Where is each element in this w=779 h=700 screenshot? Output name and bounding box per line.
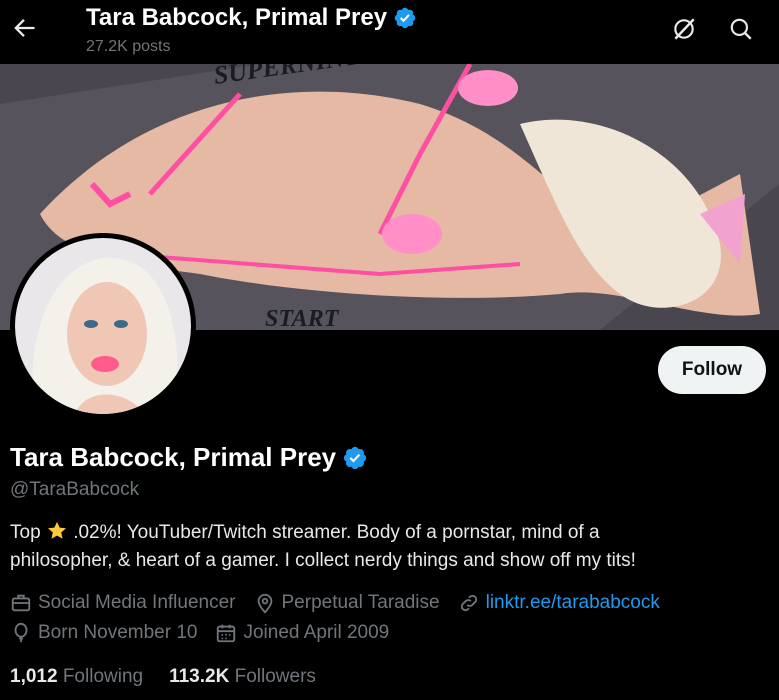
- avatar-image: [15, 238, 191, 414]
- header-title-text: Tara Babcock, Primal Prey: [86, 4, 388, 31]
- profile-website[interactable]: linktr.ee/tarababcock: [458, 592, 660, 614]
- bio-line-2: philosopher, & heart of a gamer. I colle…: [10, 550, 636, 571]
- profile-handle: @TaraBabcock: [10, 479, 140, 500]
- profile-meta-row-2: Born November 10 Joined April 2009: [10, 622, 407, 644]
- followers-label: Followers: [234, 666, 316, 687]
- search-icon[interactable]: [728, 16, 754, 42]
- following-stat[interactable]: 1,012 Following: [10, 666, 143, 688]
- website-link[interactable]: linktr.ee/tarababcock: [486, 592, 660, 614]
- bio-prefix: Top: [10, 522, 46, 543]
- profile-category: Social Media Influencer: [10, 592, 236, 614]
- birthday-text: Born November 10: [38, 622, 198, 643]
- profile-name: Tara Babcock, Primal Prey: [10, 442, 368, 473]
- header-title: Tara Babcock, Primal Prey: [86, 4, 417, 32]
- verified-badge-icon: [394, 7, 416, 29]
- category-text: Social Media Influencer: [38, 592, 236, 613]
- followers-count: 113.2K: [169, 666, 230, 687]
- bio-line-1: .02%! YouTuber/Twitch streamer. Body of …: [67, 522, 600, 543]
- profile-name-text: Tara Babcock, Primal Prey: [10, 442, 337, 472]
- followers-stat[interactable]: 113.2K Followers: [169, 666, 316, 688]
- header-title-block: Tara Babcock, Primal Prey 27.2K posts: [86, 4, 417, 56]
- profile-stats: 1,012 Following 113.2K Followers: [10, 666, 316, 688]
- top-bar: Tara Babcock, Primal Prey 27.2K posts: [0, 0, 779, 64]
- link-icon: [460, 594, 477, 612]
- star-emoji-icon: [47, 521, 66, 539]
- avatar-illustration: [15, 238, 191, 414]
- briefcase-icon: [11, 594, 31, 612]
- balloon-icon: [14, 622, 28, 643]
- location-pin-icon: [257, 593, 272, 614]
- joined-text: Joined April 2009: [243, 622, 390, 643]
- profile-bio: Top .02%! YouTuber/Twitch streamer. Body…: [10, 519, 770, 575]
- calendar-icon: [217, 624, 236, 643]
- grok-icon[interactable]: [671, 16, 697, 42]
- following-label: Following: [62, 666, 144, 687]
- location-text: Perpetual Taradise: [281, 592, 440, 613]
- profile-location: Perpetual Taradise: [254, 592, 440, 614]
- profile-joined: Joined April 2009: [215, 622, 389, 644]
- following-count: 1,012: [10, 666, 58, 687]
- follow-button[interactable]: Follow: [658, 346, 766, 394]
- back-arrow-icon[interactable]: [10, 14, 38, 42]
- verified-badge-icon[interactable]: [342, 445, 368, 471]
- post-count: 27.2K posts: [86, 38, 171, 55]
- avatar[interactable]: [10, 233, 196, 419]
- profile-birthday: Born November 10: [10, 622, 197, 644]
- profile-meta-row-1: Social Media Influencer Perpetual Taradi…: [10, 592, 678, 614]
- banner-text-bottom: START: [265, 306, 340, 330]
